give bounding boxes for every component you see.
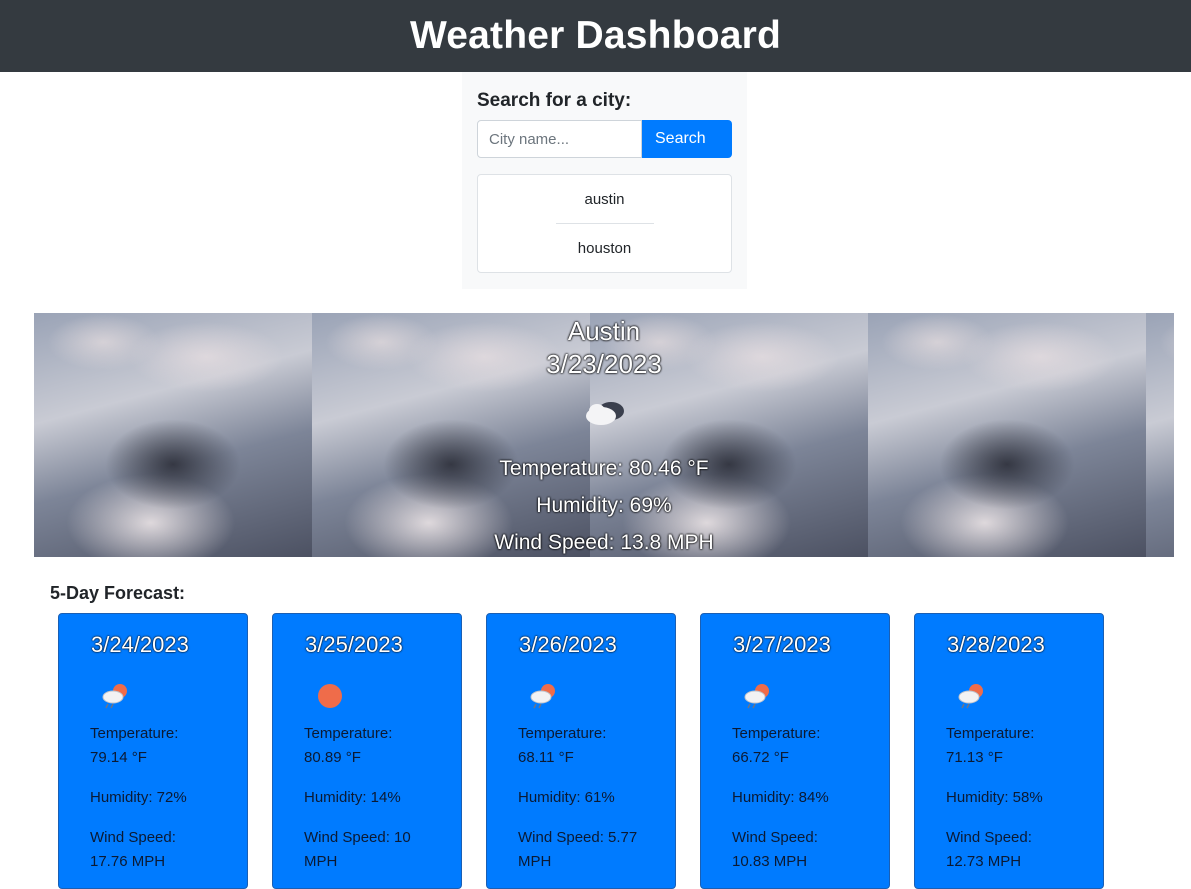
forecast-humidity: Humidity: 84% bbox=[732, 789, 829, 806]
search-label: Search for a city: bbox=[477, 90, 632, 111]
forecast-date: 3/27/2023 bbox=[733, 632, 831, 657]
rain-sun-icon bbox=[958, 684, 983, 709]
current-date: 3/23/2023 bbox=[546, 349, 662, 379]
rain-sun-icon bbox=[744, 684, 769, 709]
current-city: Austin bbox=[567, 316, 641, 346]
rain-sun-icon bbox=[530, 684, 555, 709]
forecast-date: 3/28/2023 bbox=[947, 632, 1045, 657]
page-title: Weather Dashboard bbox=[409, 14, 782, 57]
current-weather-panel: Austin 3/23/2023 Temperature: 80.46 °F H… bbox=[34, 313, 1174, 557]
current-wind-speed: Wind Speed: 13.8 MPH bbox=[494, 531, 714, 554]
forecast-wind-speed: Wind Speed: 5.77 MPH bbox=[518, 829, 638, 870]
forecast-wind-speed: Wind Speed: 10.83 MPH bbox=[732, 829, 818, 870]
forecast-humidity: Humidity: 61% bbox=[518, 789, 615, 806]
forecast-wind-speed: Wind Speed: 12.73 MPH bbox=[946, 829, 1032, 870]
forecast-card: 3/26/2023 Temperature: 68.11 °F Humidity… bbox=[486, 613, 676, 889]
forecast-date: 3/25/2023 bbox=[305, 632, 403, 657]
history-item-austin[interactable]: austin bbox=[478, 191, 731, 208]
forecast-card: 3/25/2023 Temperature: 80.89 °F Humidity… bbox=[272, 613, 462, 889]
cloudy-icon bbox=[586, 402, 624, 425]
app-header: Weather Dashboard bbox=[0, 0, 1191, 72]
forecast-temperature: Temperature: 79.14 °F bbox=[90, 725, 179, 766]
search-panel: Search for a city: Search austin houston bbox=[462, 72, 747, 289]
sun-icon bbox=[318, 684, 342, 708]
history-item-houston[interactable]: houston bbox=[478, 240, 731, 257]
current-temperature: Temperature: 80.46 °F bbox=[499, 457, 709, 480]
forecast-humidity: Humidity: 72% bbox=[90, 789, 187, 806]
forecast-title: 5-Day Forecast: bbox=[50, 583, 186, 603]
forecast-card: 3/27/2023 Temperature: 66.72 °F Humidity… bbox=[700, 613, 890, 889]
forecast-temperature: Temperature: 80.89 °F bbox=[304, 725, 393, 766]
rain-sun-icon bbox=[102, 684, 127, 709]
forecast-card: 3/24/2023 Temperature: 79.14 °F Humidity… bbox=[58, 613, 248, 889]
forecast-card: 3/28/2023 Temperature: 71.13 °F Humidity… bbox=[914, 613, 1104, 889]
forecast-temperature: Temperature: 71.13 °F bbox=[946, 725, 1035, 766]
city-search-input[interactable] bbox=[477, 120, 642, 158]
forecast-wind-speed: Wind Speed: 17.76 MPH bbox=[90, 829, 176, 870]
search-button[interactable]: Search bbox=[642, 120, 732, 158]
forecast-wind-speed: Wind Speed: 10 MPH bbox=[304, 829, 411, 870]
search-history-list: austin houston bbox=[477, 174, 732, 273]
history-divider bbox=[556, 223, 654, 224]
forecast-date: 3/24/2023 bbox=[91, 632, 189, 657]
forecast-temperature: Temperature: 68.11 °F bbox=[518, 725, 607, 766]
forecast-humidity: Humidity: 58% bbox=[946, 789, 1043, 806]
forecast-temperature: Temperature: 66.72 °F bbox=[732, 725, 821, 766]
current-humidity: Humidity: 69% bbox=[536, 494, 672, 517]
forecast-date: 3/26/2023 bbox=[519, 632, 617, 657]
forecast-humidity: Humidity: 14% bbox=[304, 789, 401, 806]
